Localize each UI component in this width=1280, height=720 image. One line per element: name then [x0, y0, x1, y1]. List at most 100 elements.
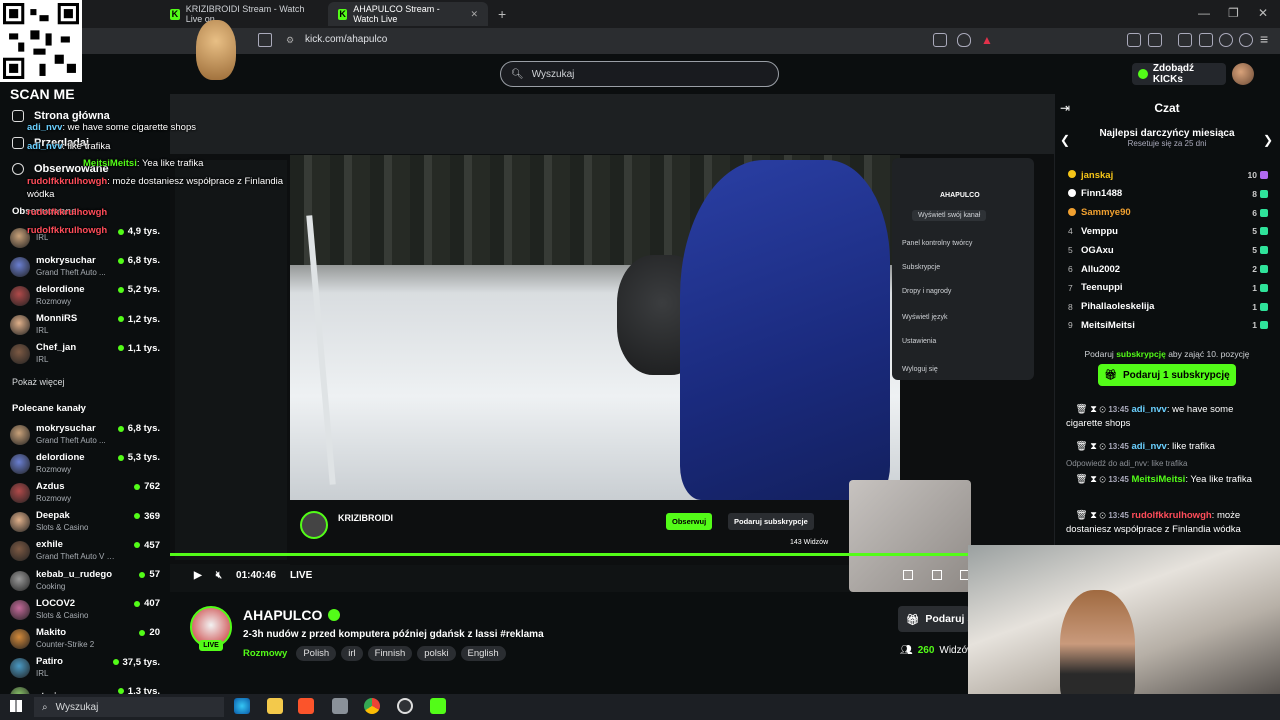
- browser-tab-krizibroidi[interactable]: K KRIZIBROIDI Stream - Watch Live on: [160, 2, 328, 26]
- sidebar-toggle-icon[interactable]: [1178, 33, 1192, 47]
- tab-icon[interactable]: [1199, 33, 1213, 47]
- tag[interactable]: irl: [341, 646, 363, 661]
- moderation-icons[interactable]: 🗑︎ ⧗ ⊙: [1066, 474, 1108, 485]
- brave-shield-icon[interactable]: [957, 33, 971, 47]
- url-field[interactable]: kick.com/ahapulco: [305, 34, 387, 45]
- gift-sub-button[interactable]: 🎁︎ Podaruj s: [898, 606, 970, 632]
- moderation-icons[interactable]: 🗑︎ ⧗ ⊙: [1066, 510, 1108, 521]
- sidebar-channel[interactable]: Azdus Rozmowy 762: [10, 478, 160, 507]
- leaderboard-row[interactable]: 9 MeitsiMeitsi 1: [1068, 316, 1268, 334]
- leaderboard-row[interactable]: janskaj 10: [1068, 166, 1268, 184]
- app-icon[interactable]: [332, 698, 348, 714]
- leaderboard-rank: 8: [1068, 301, 1073, 312]
- overlay-chat-user: adi_nvv: [27, 122, 63, 133]
- leaderboard-row[interactable]: 8 Pihallaoleskelija 1: [1068, 298, 1268, 316]
- sidebar-channel[interactable]: exhile Grand Theft Auto V (G... 457: [10, 537, 160, 566]
- brave-icon[interactable]: [298, 698, 314, 714]
- leaderboard-row[interactable]: 5 OGAxu 5: [1068, 241, 1268, 259]
- close-tab-icon[interactable]: ✕: [470, 9, 478, 20]
- category-link[interactable]: Rozmowy: [243, 648, 287, 659]
- user-avatar[interactable]: [1232, 63, 1254, 85]
- brave-rewards-icon[interactable]: ▲: [981, 33, 993, 47]
- sidebar-channel[interactable]: Makito Counter-Strike 2 20: [10, 624, 160, 653]
- live-dot-icon: [117, 454, 124, 461]
- sidebar-channel[interactable]: mokrysuchar Grand Theft Auto ... 6,8 tys.: [10, 420, 160, 449]
- browser-tab-ahapulco[interactable]: K AHAPULCO Stream - Watch Live ✕: [328, 2, 488, 26]
- gift-one-sub-button[interactable]: 🎁︎ Podaruj 1 subskrypcję: [1098, 364, 1236, 386]
- chat-message[interactable]: 🗑︎ ⧗ ⊙ 13:45 adi_nvv: like trafika: [1066, 440, 1262, 454]
- chrome-icon[interactable]: [364, 698, 380, 714]
- leaderboard-row[interactable]: 6 Allu2002 2: [1068, 260, 1268, 278]
- bookmark-icon[interactable]: [258, 33, 272, 47]
- nav-home[interactable]: Strona główna: [12, 110, 110, 122]
- leaderboard-name: Allu2002: [1081, 263, 1121, 275]
- channel-category: IRL: [36, 355, 49, 365]
- message-username[interactable]: MeitsiMeitsi: [1131, 474, 1185, 485]
- channel-category: Grand Theft Auto V (G...: [36, 552, 116, 562]
- moderation-icons[interactable]: 🗑︎ ⧗ ⊙: [1066, 441, 1108, 452]
- message-username[interactable]: adi_nvv: [1131, 441, 1166, 452]
- close-window-button[interactable]: ✕: [1258, 6, 1268, 20]
- mute-icon[interactable]: 🔇︎: [216, 570, 222, 581]
- extensions-icon[interactable]: [1127, 33, 1141, 47]
- wallet-icon[interactable]: [1148, 33, 1162, 47]
- tag[interactable]: English: [460, 646, 506, 661]
- edge-icon[interactable]: [234, 698, 250, 714]
- tag[interactable]: polski: [417, 646, 456, 661]
- sidebar-channel[interactable]: mokrysuchar Grand Theft Auto ... 6,8 tys.: [10, 252, 160, 281]
- chat-message[interactable]: 🗑︎ ⧗ ⊙ 13:45 rudolfkkrulhowgh: może dost…: [1066, 509, 1262, 537]
- site-info-icon[interactable]: ⚙: [286, 35, 294, 46]
- play-icon[interactable]: ▶: [194, 570, 202, 581]
- live-dot-icon: [139, 571, 146, 578]
- kicks-coin-icon: [1138, 69, 1148, 79]
- gift-cta-link[interactable]: subskrypcję: [1116, 349, 1166, 359]
- sidebar-channel[interactable]: MonniRS IRL 1,2 tys.: [10, 311, 160, 340]
- menu-icon[interactable]: ≡: [1260, 31, 1268, 47]
- vpn-icon[interactable]: [1239, 33, 1253, 47]
- taskbar-search[interactable]: ⌕ Wyszukaj: [34, 697, 224, 717]
- new-tab-button[interactable]: +: [498, 6, 506, 22]
- channel-avatar: [10, 315, 30, 336]
- windows-start-icon[interactable]: [10, 700, 22, 712]
- show-more-link[interactable]: Pokaż więcej: [12, 377, 65, 387]
- verified-icon: [328, 609, 341, 621]
- leaderboard-row[interactable]: 7 Teenuppi 1: [1068, 279, 1268, 297]
- leo-ai-icon[interactable]: [1219, 33, 1233, 47]
- sidebar-channel[interactable]: Patiro IRL 37,5 tys.: [10, 654, 160, 683]
- nested-stream-info: KRIZIBROIDI Obserwuj Podaruj subskrypcje…: [290, 505, 850, 565]
- sidebar-channel[interactable]: Chef_jan IRL 1,1 tys.: [10, 340, 160, 369]
- sidebar-channel[interactable]: kebab_u_rudego Cooking 57: [10, 566, 160, 595]
- sidebar-channel[interactable]: Deepak Slots & Casino 369: [10, 508, 160, 537]
- share-icon[interactable]: [933, 33, 947, 47]
- channel-name[interactable]: AHAPULCO: [243, 607, 341, 623]
- leaderboard-row[interactable]: 4 Vemppu 5: [1068, 222, 1268, 240]
- search-icon: 🔍︎: [511, 68, 524, 80]
- message-username[interactable]: adi_nvv: [1131, 404, 1166, 415]
- tag[interactable]: Finnish: [367, 646, 413, 661]
- message-time: 13:45: [1108, 442, 1129, 451]
- leaderboard-row[interactable]: Sammye90 6: [1068, 204, 1268, 222]
- file-explorer-icon[interactable]: [267, 698, 283, 714]
- live-dot-icon: [117, 286, 124, 293]
- get-kicks-button[interactable]: Zdobądź KICKs: [1132, 63, 1226, 85]
- leaderboard-rank: [1068, 207, 1081, 218]
- minimize-window-button[interactable]: —: [1198, 6, 1210, 20]
- chat-message[interactable]: 🗑︎ ⧗ ⊙ 13:45 MeitsiMeitsi: Yea like traf…: [1066, 473, 1262, 487]
- tag[interactable]: Polish: [296, 646, 337, 661]
- sidebar-channel[interactable]: delordione Rozmowy 5,3 tys.: [10, 449, 160, 478]
- reply-reference[interactable]: Odpowiedź do adi_nvv: like trafika: [1066, 459, 1187, 468]
- sidebar-channel[interactable]: LOCOV2 Slots & Casino 407: [10, 595, 160, 624]
- kick-app-icon[interactable]: [430, 698, 446, 714]
- sidebar-channel[interactable]: delordione Rozmowy 5,2 tys.: [10, 281, 160, 310]
- message-username[interactable]: rudolfkkrulhowgh: [1131, 510, 1211, 521]
- leaderboard-row[interactable]: Finn1488 8: [1068, 185, 1268, 203]
- chat-message[interactable]: 🗑︎ ⧗ ⊙ 13:45 adi_nvv: we have some cigar…: [1066, 403, 1262, 431]
- pip-icon[interactable]: [932, 570, 942, 580]
- progress-bar[interactable]: [170, 553, 970, 556]
- search-input[interactable]: 🔍︎ Wyszukaj: [500, 61, 779, 87]
- theater-mode-icon[interactable]: [903, 570, 913, 580]
- overlay-chat-user: adi_nvv: [27, 141, 63, 152]
- moderation-icons[interactable]: 🗑︎ ⧗ ⊙: [1066, 404, 1108, 415]
- restore-window-button[interactable]: ❐: [1228, 6, 1239, 20]
- obs-icon[interactable]: [397, 698, 413, 714]
